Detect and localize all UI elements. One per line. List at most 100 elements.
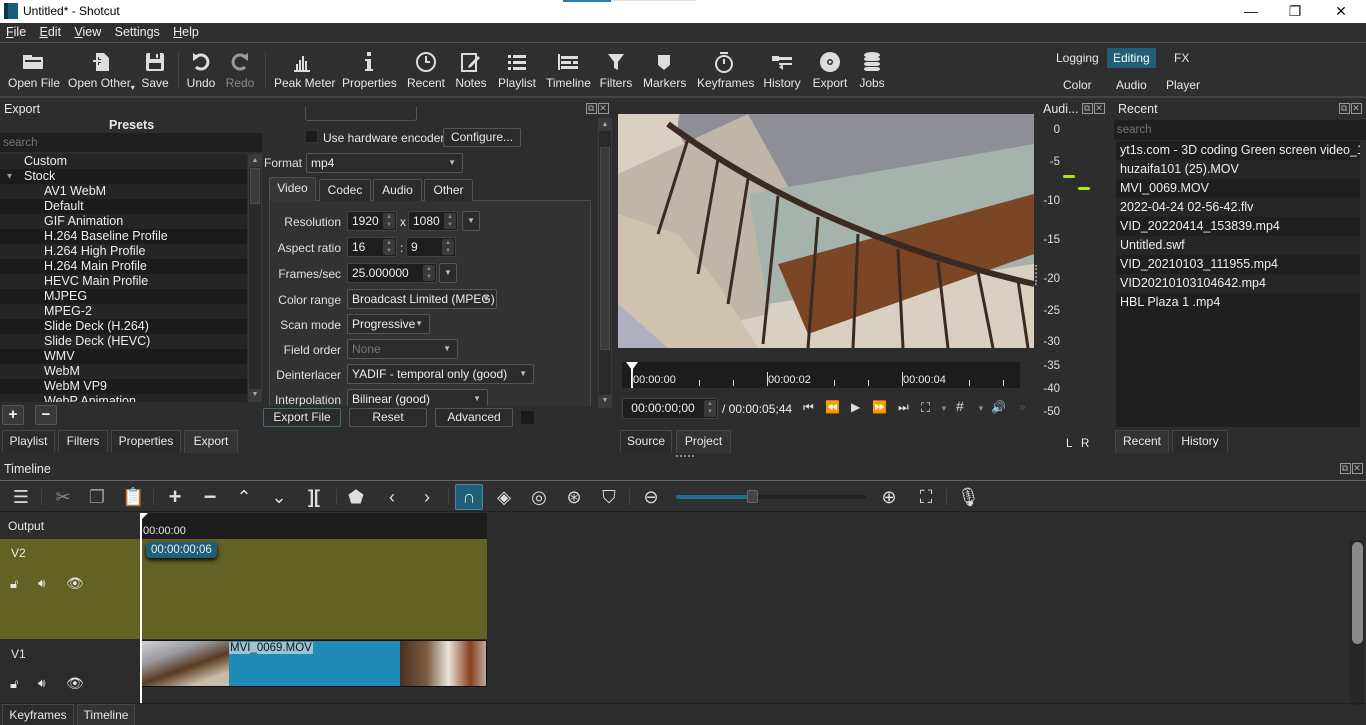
chevron-down-icon[interactable]: ▼ — [940, 404, 948, 413]
spinner-icon[interactable]: ▲ ▼ — [704, 400, 716, 417]
expand-arrow-icon[interactable]: ▾ — [7, 169, 12, 184]
layout-audio[interactable]: Audio — [1110, 76, 1153, 94]
recent-item[interactable]: 2022-04-24 02-56-42.flv — [1116, 198, 1360, 217]
preset-item[interactable]: GIF Animation — [0, 214, 247, 229]
float-icon[interactable]: ⧉ — [1339, 103, 1350, 114]
zoom-slider[interactable] — [676, 490, 866, 503]
markers-button[interactable]: Markers — [643, 48, 686, 90]
rewind-icon[interactable]: ⏪ — [825, 400, 840, 414]
remove-preset-button[interactable]: − — [35, 405, 57, 425]
export-button[interactable]: Export — [810, 48, 850, 90]
layout-logging[interactable]: Logging — [1050, 49, 1105, 67]
add-preset-button[interactable]: + — [2, 405, 24, 425]
scroll-up-icon[interactable]: ▲ — [249, 155, 261, 167]
jobs-button[interactable]: Jobs — [856, 48, 888, 90]
recent-item[interactable]: Untitled.swf — [1116, 236, 1360, 255]
settings-scrollbar[interactable]: ▲ ▼ — [598, 118, 612, 408]
layout-editing[interactable]: Editing — [1107, 48, 1156, 68]
tab-video[interactable]: Video — [269, 177, 316, 201]
resolution-preset-dropdown[interactable]: ▼ — [462, 211, 480, 231]
paste-icon[interactable]: 📋 — [122, 487, 144, 507]
lock-icon[interactable]: 🔓︎ — [10, 676, 18, 692]
aspect-den-input[interactable]: 9 ▲ ▼ — [406, 237, 456, 257]
tab-export[interactable]: Export — [184, 430, 238, 453]
close-icon[interactable]: ✕ — [1352, 463, 1363, 474]
scroll-down-icon[interactable]: ▼ — [599, 395, 611, 407]
next-marker-icon[interactable]: › — [419, 487, 435, 507]
split-icon[interactable]: ][ — [303, 487, 325, 507]
grid-icon[interactable]: # — [956, 398, 964, 414]
overwrite-icon[interactable]: ⌄ — [270, 487, 288, 507]
close-icon[interactable]: ✕ — [598, 103, 609, 114]
scrollbar-thumb[interactable] — [1352, 542, 1363, 644]
recent-item[interactable]: VID20210103104642.mp4 — [1116, 274, 1360, 293]
menu-settings[interactable]: Settings — [109, 23, 164, 39]
field-order-select[interactable]: None ▼ — [347, 339, 458, 359]
tab-source[interactable]: Source — [620, 430, 672, 452]
tab-history[interactable]: History — [1172, 430, 1228, 452]
preset-item[interactable]: Custom — [0, 154, 247, 169]
preset-item[interactable]: H.264 High Profile — [0, 244, 247, 259]
copy-icon[interactable]: ❐ — [88, 487, 106, 507]
spinner-icon[interactable]: ▲ ▼ — [423, 265, 435, 281]
chevron-down-icon[interactable]: ▼ — [977, 404, 985, 413]
reset-button[interactable]: Reset — [349, 408, 427, 427]
player-ruler[interactable]: 00:00:00 00:00:02 00:00:04 — [622, 362, 1020, 388]
zoom-to-fit-icon[interactable]: ⛶ — [915, 487, 937, 507]
layout-fx[interactable]: FX — [1168, 49, 1195, 67]
export-file-button[interactable]: Export File — [263, 408, 341, 427]
advanced-button[interactable]: Advanced — [435, 408, 513, 427]
configure-button[interactable]: Configure... — [443, 128, 521, 147]
close-button[interactable]: ✕ — [1318, 0, 1364, 23]
menu-help[interactable]: Help — [167, 23, 203, 39]
mute-icon[interactable]: 🔊︎ — [38, 676, 46, 691]
deinterlacer-select[interactable]: YADIF - temporal only (good) ▼ — [347, 364, 534, 384]
timeline-menu-icon[interactable]: ☰ — [12, 487, 30, 507]
presets-search-input[interactable] — [0, 133, 262, 152]
float-icon[interactable]: ⧉ — [586, 103, 597, 114]
skip-to-end-icon[interactable]: ⏭ — [898, 400, 909, 415]
preset-item[interactable]: ▾ Stock — [0, 169, 247, 184]
timeline-ruler[interactable]: 00:00:00 — [140, 513, 487, 539]
preset-item[interactable]: WebP Animation — [0, 394, 247, 402]
recent-item[interactable]: MVI_0069.MOV — [1116, 179, 1360, 198]
scrollbar-thumb[interactable] — [600, 147, 610, 350]
zoom-in-icon[interactable]: ⊕ — [878, 487, 900, 507]
add-marker-icon[interactable]: ⬟ — [347, 487, 365, 507]
scan-mode-select[interactable]: Progressive ▼ — [347, 314, 430, 334]
spinner-icon[interactable]: ▲ ▼ — [442, 239, 454, 255]
previous-marker-icon[interactable]: ‹ — [384, 487, 400, 507]
recent-item[interactable]: yt1s.com - 3D coding Green screen video_… — [1116, 141, 1360, 160]
more-icon[interactable]: » — [1019, 400, 1026, 414]
fps-preset-dropdown[interactable]: ▼ — [439, 263, 457, 283]
peak-meter-button[interactable]: Peak Meter — [274, 48, 335, 90]
preset-item[interactable]: WebM — [0, 364, 247, 379]
redo-button[interactable]: Redo — [225, 48, 255, 90]
menu-view[interactable]: View — [68, 23, 105, 39]
layout-player[interactable]: Player — [1160, 76, 1206, 94]
resolution-width-input[interactable]: 1920 ▲ ▼ — [347, 211, 397, 231]
tab-properties[interactable]: Properties — [111, 430, 181, 452]
preset-item[interactable]: MJPEG — [0, 289, 247, 304]
format-select[interactable]: mp4 ▼ — [306, 153, 463, 173]
skip-to-start-icon[interactable]: ⏮ — [803, 400, 814, 415]
append-icon[interactable]: + — [164, 486, 186, 508]
zoom-out-icon[interactable]: ⊖ — [640, 487, 662, 507]
hide-icon[interactable]: 👁︎ — [66, 575, 84, 592]
properties-button[interactable]: Properties — [342, 48, 397, 90]
spinner-icon[interactable]: ▲ ▼ — [383, 213, 395, 229]
notes-button[interactable]: Notes — [455, 48, 487, 90]
tab-keyframes[interactable]: Keyframes — [2, 704, 74, 725]
float-icon[interactable]: ⧉ — [1340, 463, 1351, 474]
open-file-button[interactable]: Open File — [8, 48, 60, 90]
recent-item[interactable]: HBL Plaza 1 .mp4 — [1116, 293, 1360, 312]
ripple-all-tracks-icon[interactable]: ⊛ — [562, 487, 586, 507]
preset-item[interactable]: WMV — [0, 349, 247, 364]
history-button[interactable]: History — [762, 48, 802, 90]
layout-color[interactable]: Color — [1057, 76, 1098, 94]
zoom-slider-handle[interactable] — [747, 490, 758, 503]
ripple-markers-icon[interactable]: ⛉ — [597, 487, 621, 507]
scrub-icon[interactable]: ◈ — [492, 487, 516, 507]
preset-item[interactable]: H.264 Main Profile — [0, 259, 247, 274]
video-preview[interactable] — [618, 114, 1034, 348]
